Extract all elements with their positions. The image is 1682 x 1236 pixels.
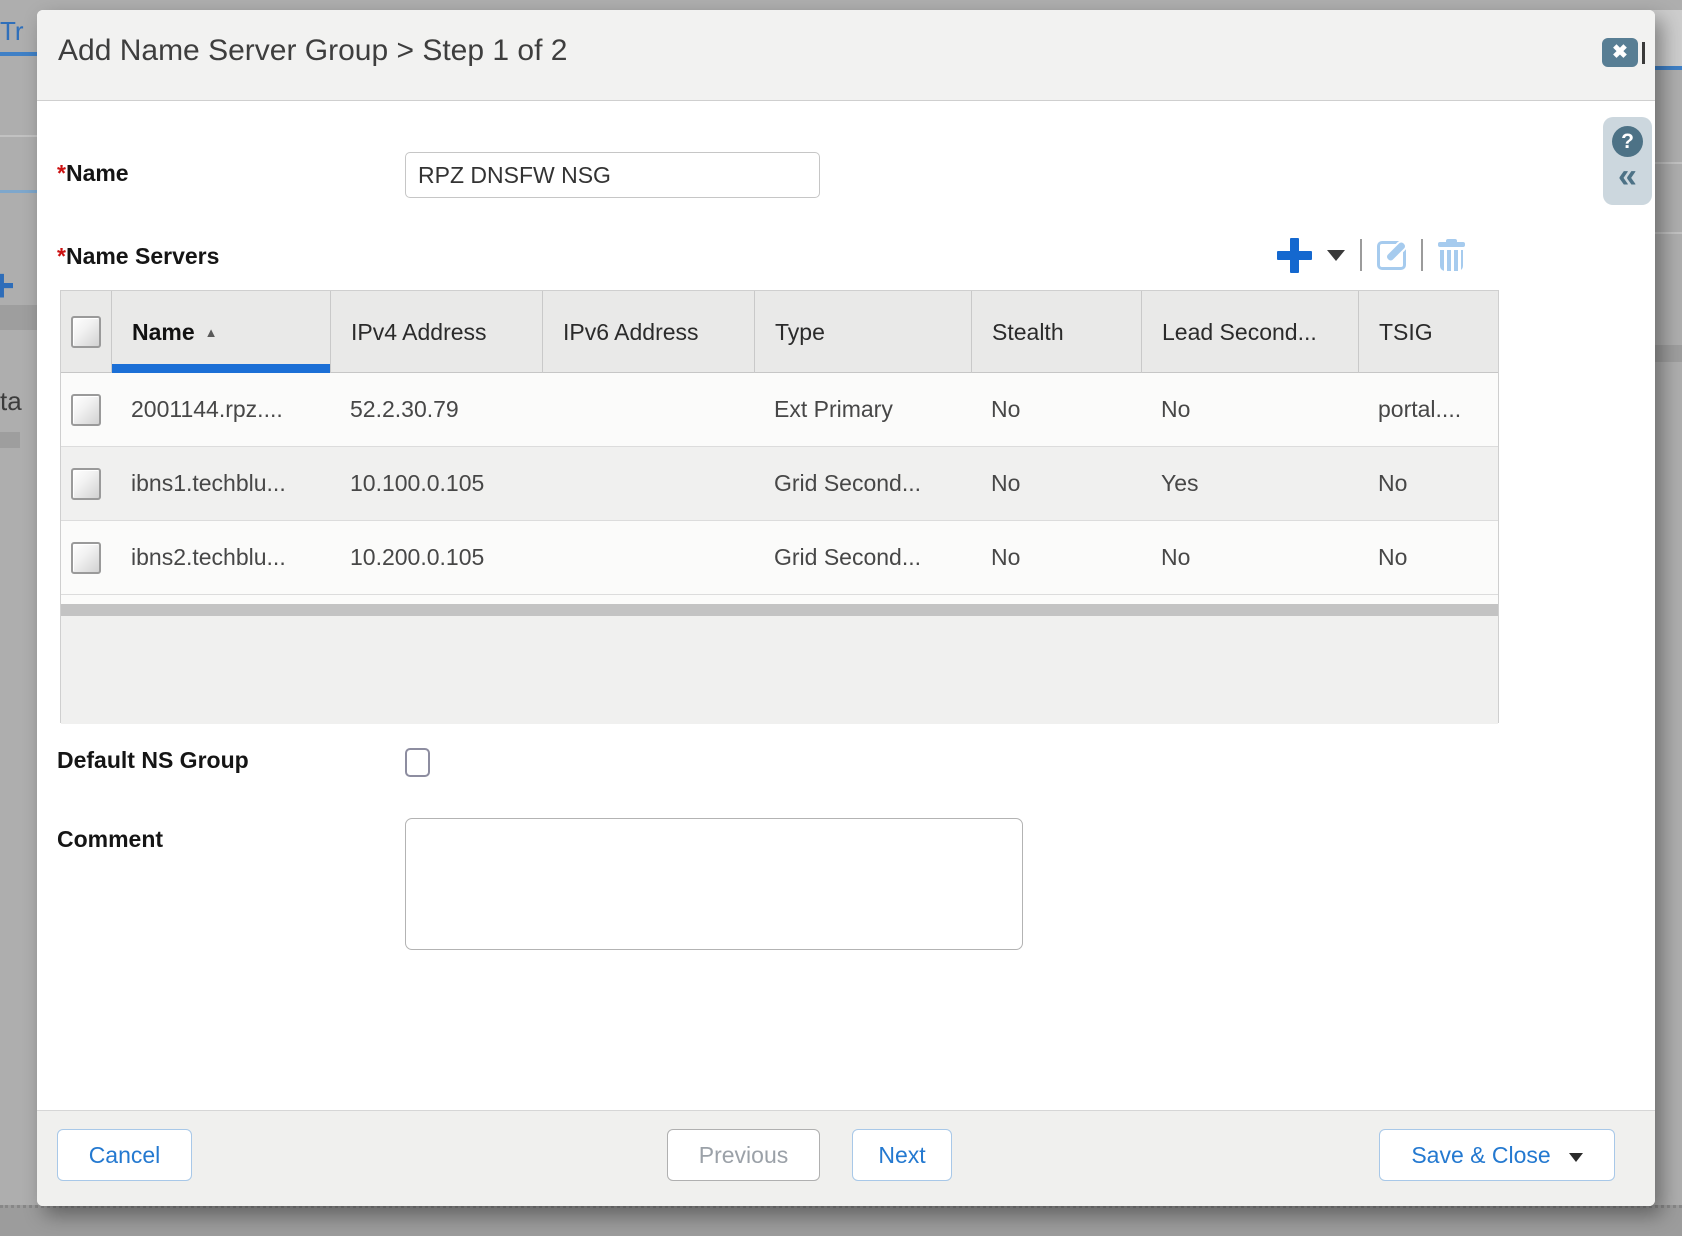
select-all-checkbox[interactable] bbox=[71, 316, 101, 348]
cell-type: Ext Primary bbox=[754, 396, 971, 423]
row-select-cell bbox=[61, 542, 111, 574]
table-row[interactable]: 2001144.rpz.... 52.2.30.79 Ext Primary N… bbox=[61, 373, 1498, 447]
cancel-button[interactable]: Cancel bbox=[57, 1129, 192, 1181]
default-ns-group-checkbox[interactable] bbox=[405, 748, 430, 777]
header-cell-name[interactable]: Name ▲ bbox=[111, 291, 330, 373]
header-cell-ipv6[interactable]: IPv6 Address bbox=[542, 291, 754, 373]
row-checkbox[interactable] bbox=[71, 542, 101, 574]
cell-ipv4: 52.2.30.79 bbox=[330, 396, 542, 423]
add-name-server-group-dialog: Add Name Server Group > Step 1 of 2 ✖ ? … bbox=[37, 10, 1655, 1206]
dialog-title: Add Name Server Group > Step 1 of 2 bbox=[58, 34, 567, 68]
background-band bbox=[0, 432, 20, 448]
cell-tsig: No bbox=[1358, 470, 1498, 497]
dialog-footer: Cancel Previous Next Save & Close bbox=[37, 1110, 1655, 1206]
name-label: *Name bbox=[57, 160, 129, 187]
toolbar-divider bbox=[1421, 239, 1423, 271]
close-icon[interactable]: ✖ bbox=[1602, 38, 1638, 67]
name-servers-label: *Name Servers bbox=[57, 243, 219, 270]
cell-lead-secondary: Yes bbox=[1141, 470, 1358, 497]
background-icon-fragment: + bbox=[0, 258, 15, 312]
cell-stealth: No bbox=[971, 396, 1141, 423]
next-button[interactable]: Next bbox=[852, 1129, 952, 1181]
background-divider bbox=[1655, 162, 1682, 164]
dialog-header: Add Name Server Group > Step 1 of 2 ✖ bbox=[37, 10, 1655, 101]
cell-stealth: No bbox=[971, 544, 1141, 571]
background-tab-text: Tr bbox=[0, 16, 24, 47]
cell-tsig: No bbox=[1358, 544, 1498, 571]
background-divider bbox=[0, 190, 37, 193]
cell-stealth: No bbox=[971, 470, 1141, 497]
previous-button[interactable]: Previous bbox=[667, 1129, 820, 1181]
cell-lead-secondary: No bbox=[1141, 544, 1358, 571]
cell-name: ibns2.techblu... bbox=[111, 544, 330, 571]
header-cell-ipv4[interactable]: IPv4 Address bbox=[330, 291, 542, 373]
save-and-close-button[interactable]: Save & Close bbox=[1379, 1129, 1615, 1181]
cell-type: Grid Second... bbox=[754, 470, 971, 497]
background-accent-line bbox=[0, 52, 37, 56]
table-header-row: Name ▲ IPv4 Address IPv6 Address Type St… bbox=[61, 291, 1498, 373]
cell-tsig: portal.... bbox=[1358, 396, 1498, 423]
row-checkbox[interactable] bbox=[71, 394, 101, 426]
comment-label: Comment bbox=[57, 826, 163, 853]
background-divider bbox=[0, 135, 37, 137]
trash-icon[interactable] bbox=[1438, 239, 1465, 271]
background-text: ta bbox=[0, 386, 22, 417]
header-cell-select bbox=[61, 291, 111, 373]
header-cell-tsig[interactable]: TSIG bbox=[1358, 291, 1498, 373]
row-select-cell bbox=[61, 468, 111, 500]
add-dropdown-caret-icon[interactable] bbox=[1327, 250, 1345, 261]
header-cell-lead-secondary[interactable]: Lead Second... bbox=[1141, 291, 1358, 373]
trash-body bbox=[1440, 250, 1463, 271]
row-select-cell bbox=[61, 394, 111, 426]
help-panel: ? « bbox=[1603, 117, 1652, 205]
collapse-icon[interactable]: « bbox=[1618, 157, 1637, 195]
add-icon[interactable] bbox=[1277, 238, 1312, 273]
required-marker: * bbox=[57, 160, 66, 186]
name-input[interactable] bbox=[405, 152, 820, 198]
table-empty-area bbox=[61, 616, 1498, 724]
table-row[interactable]: ibns2.techblu... 10.200.0.105 Grid Secon… bbox=[61, 521, 1498, 595]
name-servers-toolbar bbox=[1277, 235, 1465, 275]
cell-name: 2001144.rpz.... bbox=[111, 396, 330, 423]
sorted-column-underline bbox=[112, 364, 330, 373]
header-cell-stealth[interactable]: Stealth bbox=[971, 291, 1141, 373]
cell-ipv4: 10.200.0.105 bbox=[330, 544, 542, 571]
save-and-close-label: Save & Close bbox=[1411, 1142, 1550, 1169]
required-marker: * bbox=[57, 243, 66, 269]
background-bottom-band bbox=[0, 1205, 1682, 1236]
trash-lid bbox=[1438, 242, 1465, 247]
row-checkbox[interactable] bbox=[71, 468, 101, 500]
horizontal-scrollbar[interactable] bbox=[61, 604, 1498, 616]
header-divider bbox=[1642, 42, 1645, 64]
help-icon[interactable]: ? bbox=[1612, 126, 1643, 157]
toolbar-divider bbox=[1360, 239, 1362, 271]
header-cell-type[interactable]: Type bbox=[754, 291, 971, 373]
cell-lead-secondary: No bbox=[1141, 396, 1358, 423]
screen: Tr + ta Add Name Server Group > Step 1 o… bbox=[0, 0, 1682, 1236]
default-ns-group-label: Default NS Group bbox=[57, 747, 249, 774]
cell-ipv4: 10.100.0.105 bbox=[330, 470, 542, 497]
background-divider bbox=[1655, 232, 1682, 234]
comment-textarea[interactable] bbox=[405, 818, 1023, 950]
cell-type: Grid Second... bbox=[754, 544, 971, 571]
name-servers-table: Name ▲ IPv4 Address IPv6 Address Type St… bbox=[60, 290, 1499, 723]
edit-icon[interactable] bbox=[1377, 241, 1406, 270]
pencil-icon bbox=[1386, 241, 1407, 262]
table-spacer bbox=[61, 595, 1498, 604]
background-band bbox=[1655, 345, 1682, 362]
table-row[interactable]: ibns1.techblu... 10.100.0.105 Grid Secon… bbox=[61, 447, 1498, 521]
sort-asc-icon: ▲ bbox=[205, 325, 218, 340]
save-dropdown-caret-icon[interactable] bbox=[1569, 1153, 1583, 1162]
cell-name: ibns1.techblu... bbox=[111, 470, 330, 497]
